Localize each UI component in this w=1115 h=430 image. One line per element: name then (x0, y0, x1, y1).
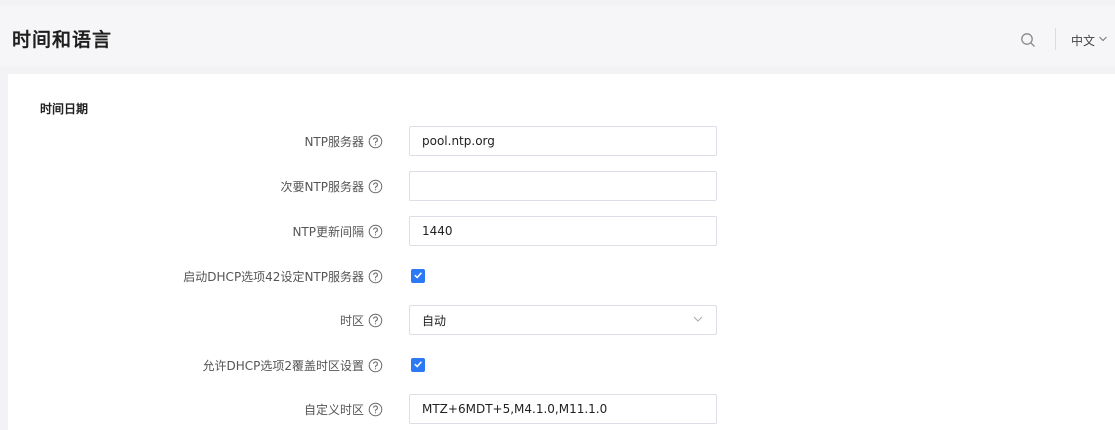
form-row-ntp-update-interval: NTP更新间隔 (8, 216, 1115, 246)
timezone-select[interactable]: 自动 (409, 305, 717, 335)
dhcp-option42-checkbox[interactable] (411, 269, 425, 283)
form-label: 自定义时区 (304, 401, 383, 418)
help-icon[interactable] (368, 313, 383, 328)
ntp-server-label: NTP服务器 (304, 135, 364, 149)
custom-timezone-input[interactable] (409, 394, 717, 424)
top-bar: 时间和语言 中文 (0, 6, 1115, 66)
check-icon (413, 269, 423, 283)
settings-card: 时间日期 NTP服务器 次要NTP服务器 NTP更新间隔 (8, 74, 1115, 430)
check-icon (413, 358, 423, 372)
help-icon[interactable] (368, 269, 383, 284)
chevron-down-icon (692, 313, 704, 328)
form-label: 允许DHCP选项2覆盖时区设置 (202, 357, 383, 374)
dhcp-option2-label: 允许DHCP选项2覆盖时区设置 (202, 359, 364, 373)
chevron-down-icon (1098, 33, 1108, 47)
help-icon[interactable] (368, 179, 383, 194)
ntp-update-interval-label: NTP更新间隔 (292, 225, 364, 239)
form-row-ntp-server: NTP服务器 (8, 126, 1115, 156)
ntp-update-interval-input[interactable] (409, 216, 717, 246)
form-row-timezone: 时区 自动 (8, 305, 1115, 335)
dhcp-option42-label: 启动DHCP选项42设定NTP服务器 (183, 270, 364, 284)
form-label: NTP更新间隔 (292, 223, 383, 240)
secondary-ntp-server-label: 次要NTP服务器 (280, 180, 364, 194)
custom-timezone-label: 自定义时区 (303, 403, 364, 417)
timezone-selected-value: 自动 (422, 313, 447, 328)
form-label: 时区 (340, 312, 383, 329)
dhcp-option2-checkbox[interactable] (411, 358, 425, 372)
ntp-server-input[interactable] (409, 126, 717, 156)
secondary-ntp-server-input[interactable] (409, 171, 717, 201)
form-label: 启动DHCP选项42设定NTP服务器 (183, 268, 383, 285)
help-icon[interactable] (368, 358, 383, 373)
page-title: 时间和语言 (12, 29, 113, 51)
form-row-secondary-ntp-server: 次要NTP服务器 (8, 171, 1115, 201)
form-row-dhcp-option42: 启动DHCP选项42设定NTP服务器 (8, 261, 1115, 291)
form-label: NTP服务器 (304, 133, 383, 150)
form-row-custom-timezone: 自定义时区 (8, 394, 1115, 424)
language-selector[interactable]: 中文 (1071, 32, 1108, 48)
language-label: 中文 (1071, 33, 1096, 48)
timezone-label: 时区 (339, 314, 364, 328)
form-row-dhcp-option2: 允许DHCP选项2覆盖时区设置 (8, 350, 1115, 380)
help-icon[interactable] (368, 224, 383, 239)
form-label: 次要NTP服务器 (280, 178, 383, 195)
help-icon[interactable] (368, 134, 383, 149)
help-icon[interactable] (368, 402, 383, 417)
topbar-divider (1055, 28, 1056, 50)
search-icon[interactable] (1020, 32, 1036, 48)
section-title: 时间日期 (40, 102, 89, 116)
